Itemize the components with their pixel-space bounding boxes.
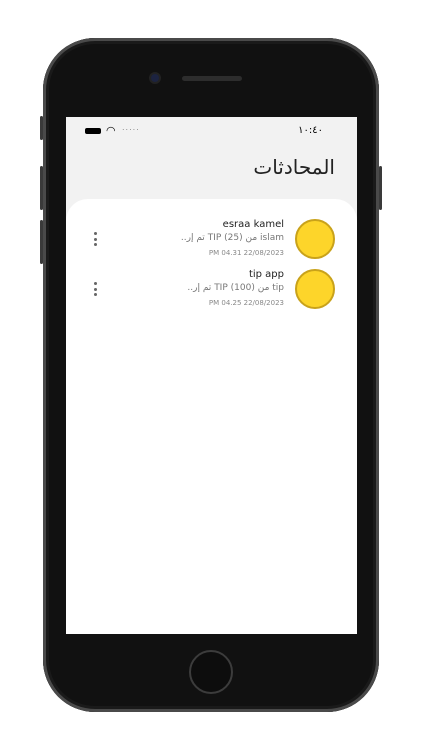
more-vertical-icon[interactable] — [92, 232, 98, 246]
battery-icon — [85, 128, 101, 134]
status-time: ١٠:٤٠ — [298, 125, 323, 136]
more-vertical-icon[interactable] — [92, 282, 98, 296]
conversation-row[interactable]: tip app tip من (100) TIP تم إر.. PM 04.2… — [66, 269, 357, 317]
page-title: المحادثات — [253, 155, 335, 179]
app-screen: ◠ ..... ١٠:٤٠ المحادثات esraa kamel isla… — [66, 117, 357, 634]
volume-up-button — [40, 166, 43, 210]
earpiece-speaker — [182, 76, 242, 81]
mute-switch — [40, 116, 43, 140]
conversation-timestamp: PM 04.31 22/08/2023 — [208, 249, 284, 257]
power-button — [379, 166, 382, 210]
conversation-name: tip app — [248, 269, 284, 280]
phone-frame: ◠ ..... ١٠:٤٠ المحادثات esraa kamel isla… — [40, 38, 382, 712]
status-bar: ◠ ..... ١٠:٤٠ — [66, 117, 357, 145]
wifi-icon: ◠ — [106, 124, 116, 137]
conversation-name: esraa kamel — [222, 219, 284, 230]
front-camera — [151, 74, 159, 82]
volume-down-button — [40, 220, 43, 264]
conversation-last-message: tip من (100) TIP تم إر.. — [187, 283, 284, 293]
avatar — [295, 269, 335, 309]
home-button[interactable] — [189, 650, 233, 694]
avatar — [295, 219, 335, 259]
conversation-row[interactable]: esraa kamel islam من (25) TIP تم إر.. PM… — [66, 219, 357, 267]
conversation-list: esraa kamel islam من (25) TIP تم إر.. PM… — [66, 199, 357, 634]
conversation-timestamp: PM 04.25 22/08/2023 — [208, 299, 284, 307]
signal-dots: ..... — [122, 123, 140, 132]
conversation-last-message: islam من (25) TIP تم إر.. — [180, 233, 284, 243]
